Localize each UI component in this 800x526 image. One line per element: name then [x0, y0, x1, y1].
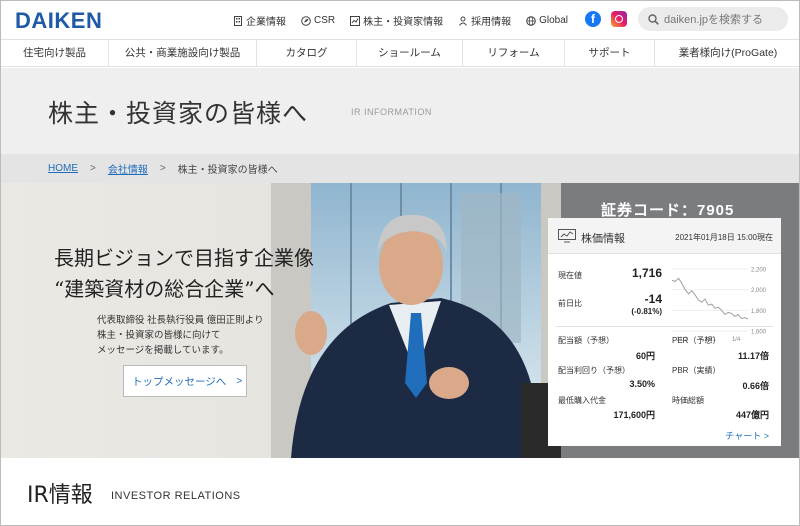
hero-description-line3: メッセージを掲載しています。	[97, 345, 229, 356]
yield-label: 配当利回り（予想）	[558, 366, 630, 375]
page-title: 株主・投資家の皆様へ	[48, 99, 309, 128]
utility-ir-link[interactable]: 株主・投資家情報	[350, 13, 443, 28]
ir-section-title: IR情報	[27, 483, 93, 508]
page-subtitle: IR INFORMATION	[351, 107, 432, 117]
utility-recruit-label: 採用情報	[471, 17, 512, 28]
min-purchase-label: 最低購入代金	[558, 396, 606, 405]
hero-description-line1: 代表取締役 社長執行役員 億田正則より	[97, 315, 264, 326]
building-icon	[234, 15, 242, 26]
facebook-icon[interactable]: f	[585, 11, 601, 27]
chevron-right-icon: >	[236, 375, 243, 387]
nav-item-catalog[interactable]: カタログ	[257, 40, 357, 66]
hero-description-line2: 株主・投資家の皆様に向けて	[97, 330, 221, 341]
daiken-logo[interactable]: DAIKEN	[15, 8, 102, 34]
globe-icon	[526, 15, 536, 26]
breadcrumb-current: 株主・投資家の皆様へ	[177, 165, 278, 176]
utility-corporate-label: 企業情報	[246, 17, 286, 28]
pbr-value: 0.66倍	[742, 381, 769, 391]
yield-value: 3.50%	[629, 379, 655, 389]
utility-ir-label: 株主・投資家情報	[363, 17, 444, 28]
min-purchase-value: 171,600円	[613, 410, 655, 420]
title-band: 株主・投資家の皆様へ IR INFORMATION	[1, 68, 799, 154]
stock-card-header: 株価情報 2021年01月18日 15:00現在	[548, 218, 781, 254]
dividend-value: 60円	[635, 351, 655, 361]
nav-item-commercial[interactable]: 公共・商業施設向け製品	[109, 40, 257, 66]
securities-code: 証券コード：7905	[601, 202, 735, 219]
current-price-value: 1,716	[631, 266, 662, 280]
monitor-chart-icon	[558, 229, 576, 243]
chevron-right-icon: >	[763, 431, 769, 441]
market-cap-value: 447億円	[735, 410, 769, 420]
breadcrumb: HOME > 会社情報 > 株主・投資家の皆様へ	[1, 154, 799, 183]
mini-chart-y-tick-label: 1,600	[751, 330, 767, 336]
nav-item-support[interactable]: サポート	[565, 40, 655, 66]
instagram-icon[interactable]	[611, 11, 627, 27]
stock-divider	[556, 326, 773, 327]
mini-chart-y-tick-label: 2,000	[751, 288, 767, 294]
hero-heading: 長期ビジョンで目指す企業像 “建築資材の総合企業”へ	[54, 243, 314, 305]
chart-icon	[350, 15, 361, 26]
change-label: 前日比	[558, 299, 582, 308]
current-price-label: 現在値	[558, 271, 582, 280]
top-message-button[interactable]: トップメッセージへ >	[123, 365, 247, 397]
breadcrumb-company-link[interactable]: 会社情報	[108, 161, 148, 176]
nav-item-showroom[interactable]: ショールーム	[357, 40, 463, 66]
hero-banner: 長期ビジョンで目指す企業像 “建築資材の総合企業”へ 代表取締役 社長執行役員 …	[1, 183, 799, 458]
change-value: -14	[644, 292, 662, 306]
breadcrumb-separator: >	[159, 163, 166, 174]
mini-chart-line	[671, 277, 749, 320]
top-message-label: トップメッセージへ	[132, 375, 227, 388]
stock-info-card: 株価情報 2021年01月18日 15:00現在 現在値 1,716 前日比 -…	[548, 218, 781, 446]
breadcrumb-separator: >	[90, 163, 96, 174]
hero-heading-line1: 長期ビジョンで目指す企業像	[54, 246, 314, 270]
utility-csr-link[interactable]: CSR	[301, 15, 335, 26]
market-cap-label: 時価総額	[672, 396, 704, 405]
leaf-icon	[301, 15, 311, 26]
mini-chart-y-tick-label: 2,200	[751, 268, 767, 274]
hero-description: 代表取締役 社長執行役員 億田正則より 株主・投資家の皆様に向けて メッセージを…	[97, 313, 264, 358]
stock-card-title: 株価情報	[581, 233, 625, 245]
mini-chart-grid	[672, 268, 748, 332]
main-nav: 住宅向け製品 公共・商業施設向け製品 カタログ ショールーム リフォーム サポー…	[1, 39, 799, 67]
utility-recruit-link[interactable]: 採用情報	[458, 13, 511, 28]
utility-csr-label: CSR	[314, 15, 336, 26]
nav-item-reform[interactable]: リフォーム	[463, 40, 565, 66]
per-value: 11.17倍	[737, 351, 769, 361]
executive-photo	[271, 183, 561, 458]
social-links: f	[585, 11, 627, 27]
pbr-label: PBR（実績）	[672, 366, 721, 375]
search-box[interactable]: daiken.jpを検索する	[638, 7, 788, 31]
mini-chart-y-tick-label: 1,800	[751, 309, 767, 315]
utility-global-label: Global	[539, 15, 569, 26]
nav-item-residential[interactable]: 住宅向け製品	[1, 40, 109, 66]
utility-nav: 企業情報 CSR 株主・投資家情報 採用情報 Global	[233, 13, 583, 28]
nav-item-progate[interactable]: 業者様向け(ProGate)	[655, 40, 799, 66]
search-placeholder: daiken.jpを検索する	[664, 14, 764, 26]
person-icon	[459, 16, 468, 26]
top-bar: DAIKEN 企業情報 CSR 株主・投資家情報 採用情報 Global f d…	[1, 1, 799, 39]
search-icon	[648, 13, 659, 25]
mini-chart-x-tick-label: 1/4	[732, 337, 741, 343]
ir-section-subtitle: INVESTOR RELATIONS	[111, 490, 241, 502]
stock-mini-chart: 2,2002,0001,8001,600 11/2 12/1 1/4	[671, 268, 767, 343]
chart-link-label: チャート	[725, 431, 762, 441]
chart-link[interactable]: チャート >	[725, 429, 769, 442]
dividend-label: 配当額（予想）	[558, 336, 614, 345]
utility-corporate-link[interactable]: 企業情報	[233, 13, 286, 28]
utility-global-link[interactable]: Global	[526, 15, 568, 26]
hero-heading-line2: “建築資材の総合企業”へ	[54, 277, 275, 301]
change-percent: (-0.81%)	[631, 307, 662, 316]
breadcrumb-home-link[interactable]: HOME	[48, 163, 78, 174]
per-label: PER（予想）	[672, 336, 721, 345]
page-frame: DAIKEN 企業情報 CSR 株主・投資家情報 採用情報 Global f d…	[0, 0, 800, 526]
stock-timestamp: 2021年01月18日 15:00現在	[675, 233, 773, 242]
